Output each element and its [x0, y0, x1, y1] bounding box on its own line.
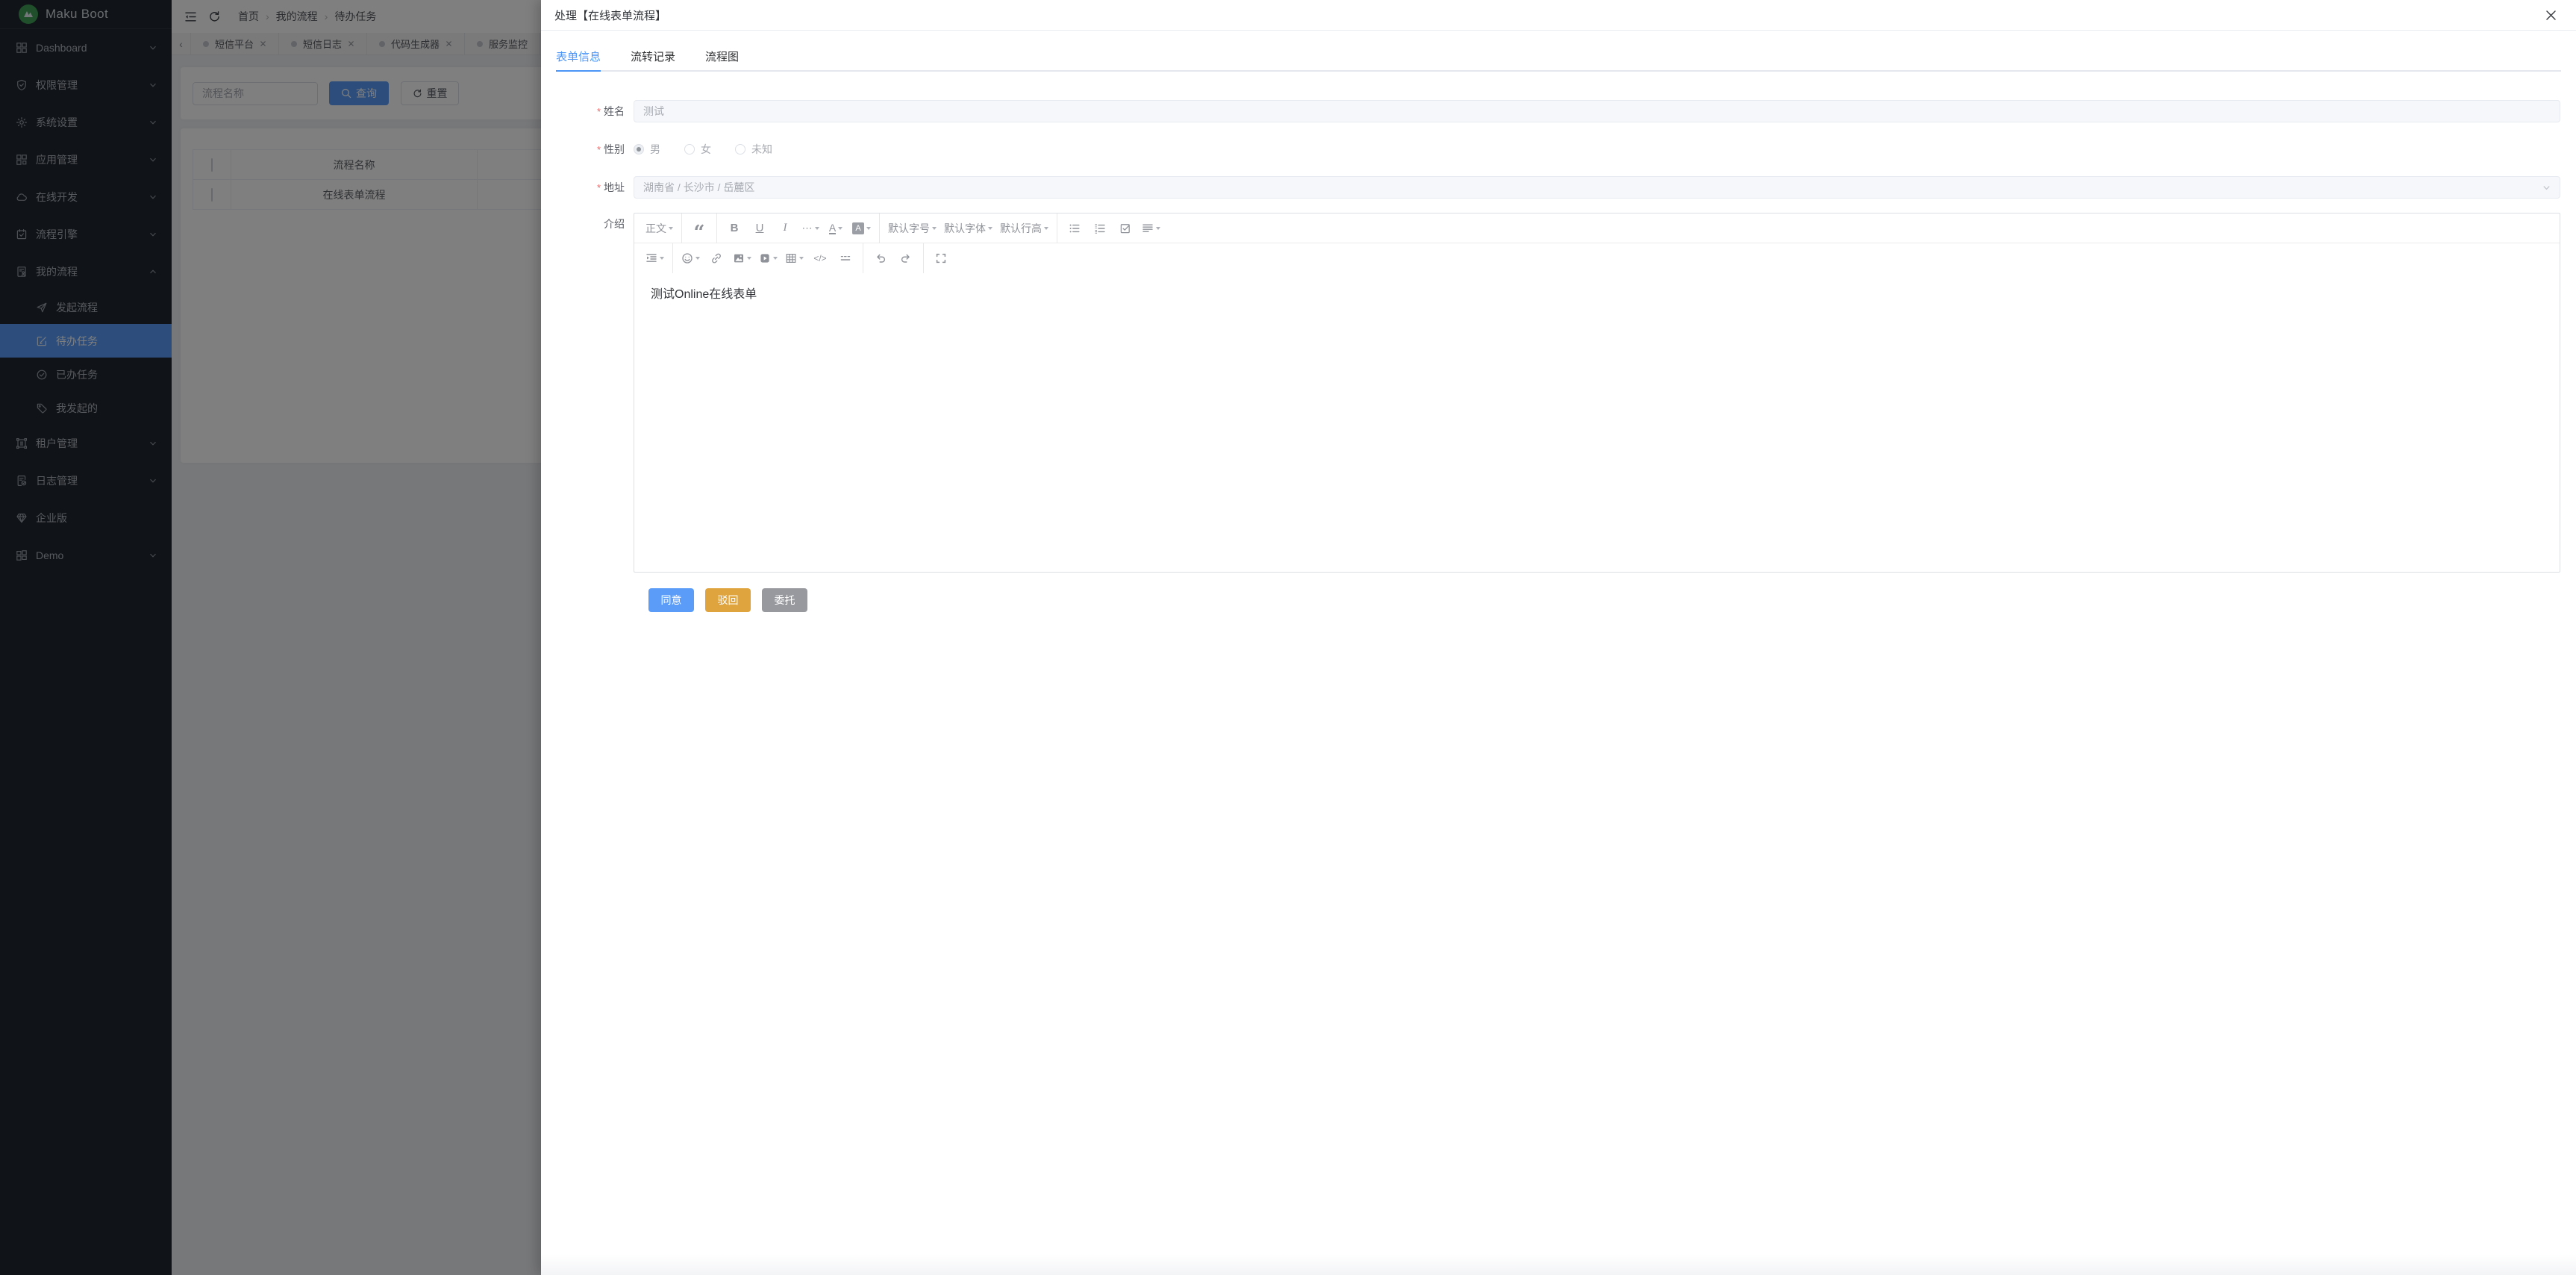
font-color-dropdown[interactable]: A	[823, 216, 848, 240]
intro-text: 测试Online在线表单	[651, 288, 757, 301]
radio-label: 未知	[751, 142, 772, 157]
address-field-row: 地址 湖南省 / 长沙市 / 岳麓区	[556, 176, 2560, 199]
tab-flow-diagram[interactable]: 流程图	[705, 42, 739, 72]
blockquote-icon[interactable]: “	[687, 216, 712, 240]
approve-button[interactable]: 同意	[648, 588, 694, 612]
font-size-dropdown[interactable]: 默认字号	[884, 216, 940, 240]
name-label: 姓名	[556, 100, 634, 123]
drawer-tabs: 表单信息 流转记录 流程图	[556, 42, 2561, 72]
task-list-icon[interactable]	[1113, 216, 1138, 240]
caret-down-icon	[932, 227, 937, 230]
radio-dot	[684, 144, 695, 155]
address-label: 地址	[556, 176, 634, 199]
radio-male[interactable]: 男	[634, 142, 660, 157]
editor-content[interactable]: 测试Online在线表单	[634, 273, 2560, 572]
align-dropdown[interactable]	[1138, 216, 1164, 240]
paragraph-style-label: 正文	[645, 221, 666, 236]
intro-label: 介绍	[556, 213, 634, 573]
drawer-title: 处理【在线表单流程】	[554, 7, 666, 23]
font-family-dropdown[interactable]: 默认字体	[940, 216, 996, 240]
editor-toolbar-row-1: 正文 “ B U I ⋯ A A	[634, 213, 2560, 243]
address-value: 湖南省 / 长沙市 / 岳麓区	[643, 180, 754, 195]
gender-label: 性别	[556, 138, 634, 161]
code-block-icon[interactable]: </>	[807, 246, 833, 270]
caret-down-icon	[695, 257, 700, 260]
address-cascader[interactable]: 湖南省 / 长沙市 / 岳麓区	[634, 176, 2560, 199]
tab-flow-records[interactable]: 流转记录	[631, 42, 675, 72]
divider-icon[interactable]	[833, 246, 858, 270]
bullet-list-icon[interactable]	[1062, 216, 1087, 240]
radio-label: 女	[701, 142, 711, 157]
paragraph-style-dropdown[interactable]: 正文	[642, 216, 677, 240]
more-styles-dropdown[interactable]: ⋯	[798, 216, 823, 240]
caret-down-icon	[866, 227, 871, 230]
image-dropdown[interactable]	[729, 246, 755, 270]
undo-icon[interactable]	[868, 246, 893, 270]
tab-form-info[interactable]: 表单信息	[556, 42, 601, 72]
editor-toolbar-row-2: </>	[634, 243, 2560, 273]
radio-female[interactable]: 女	[684, 142, 711, 157]
italic-icon[interactable]: I	[772, 216, 798, 240]
caret-down-icon	[988, 227, 992, 230]
caret-down-icon	[773, 257, 778, 260]
caret-down-icon	[660, 257, 664, 260]
reject-button[interactable]: 驳回	[705, 588, 751, 612]
fullscreen-icon[interactable]	[928, 246, 954, 270]
redo-icon[interactable]	[893, 246, 919, 270]
video-dropdown[interactable]	[755, 246, 781, 270]
caret-down-icon	[1044, 227, 1048, 230]
indent-dropdown[interactable]	[642, 246, 668, 270]
close-icon[interactable]	[2545, 10, 2557, 21]
emoji-dropdown[interactable]	[678, 246, 704, 270]
drawer-actions: 同意 驳回 委托	[648, 588, 2560, 612]
radio-dot	[735, 144, 745, 155]
bg-color-dropdown[interactable]: A	[848, 216, 875, 240]
caret-down-icon	[1156, 227, 1160, 230]
caret-down-icon	[669, 227, 673, 230]
chevron-down-icon	[2542, 184, 2551, 192]
bold-icon[interactable]: B	[722, 216, 747, 240]
name-input[interactable]	[634, 100, 2560, 122]
name-field-row: 姓名	[556, 100, 2560, 123]
intro-field-row: 介绍 正文 “ B	[556, 213, 2560, 573]
gender-field-row: 性别 男 女 未知	[556, 138, 2560, 161]
line-height-dropdown[interactable]: 默认行高	[996, 216, 1052, 240]
drawer-form: 姓名 性别 男 女 未知	[541, 100, 2576, 612]
underline-icon[interactable]: U	[747, 216, 772, 240]
rich-text-editor: 正文 “ B U I ⋯ A A	[634, 213, 2560, 573]
radio-dot	[634, 144, 644, 155]
table-dropdown[interactable]	[781, 246, 807, 270]
ordered-list-icon[interactable]	[1087, 216, 1113, 240]
radio-label: 男	[650, 142, 660, 157]
caret-down-icon	[815, 227, 819, 230]
delegate-button[interactable]: 委托	[762, 588, 807, 612]
process-drawer: 处理【在线表单流程】 表单信息 流转记录 流程图 姓名 性别 男 女	[541, 0, 2576, 1275]
caret-down-icon	[799, 257, 804, 260]
drawer-header: 处理【在线表单流程】	[541, 0, 2576, 31]
caret-down-icon	[838, 227, 842, 230]
radio-unknown[interactable]: 未知	[735, 142, 772, 157]
link-icon[interactable]	[704, 246, 729, 270]
gender-radio-group: 男 女 未知	[634, 138, 2560, 160]
caret-down-icon	[747, 257, 751, 260]
